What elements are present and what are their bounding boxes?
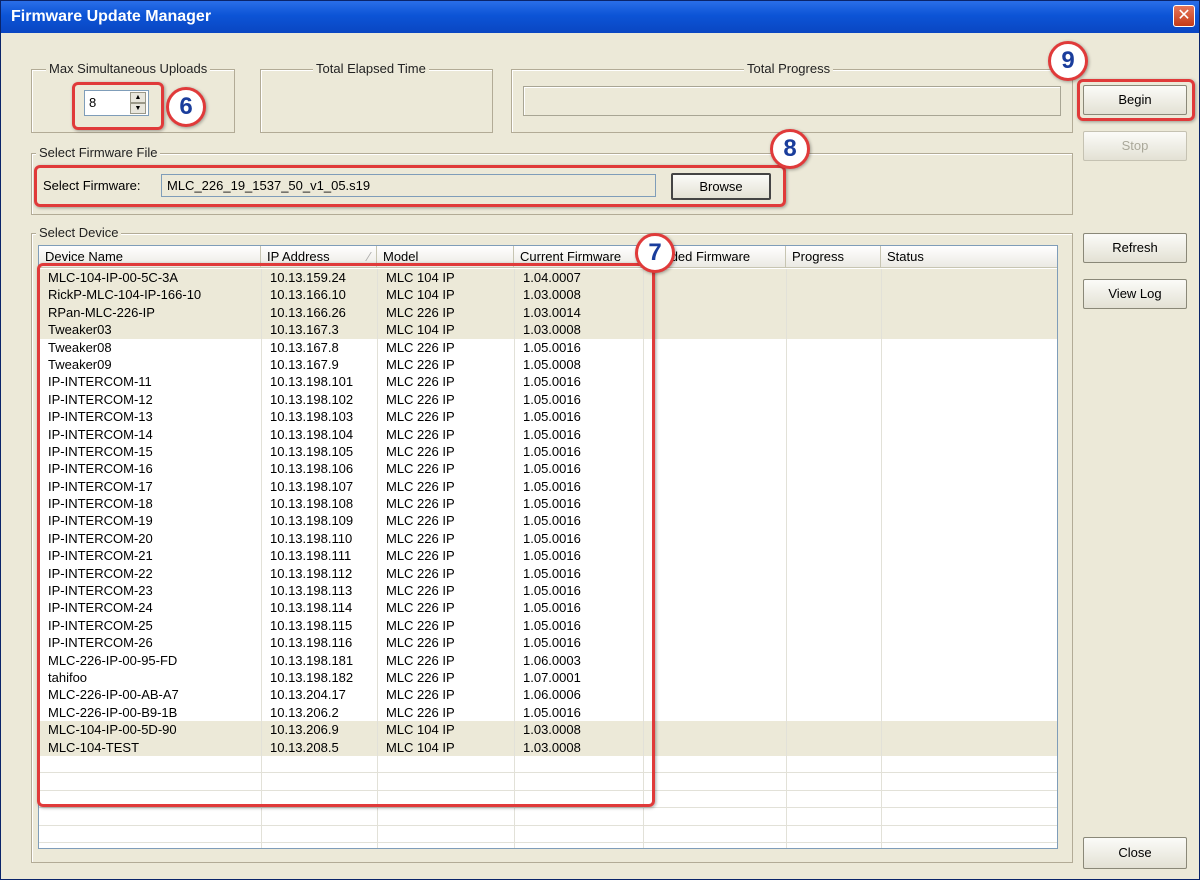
- col-divider: [881, 269, 882, 848]
- col-status[interactable]: Status: [881, 246, 1057, 268]
- col-divider: [786, 269, 787, 848]
- total-progress-bar: [523, 86, 1061, 116]
- callout-highlight-device-list: [37, 263, 655, 807]
- firmware-file-legend: Select Firmware File: [36, 145, 161, 160]
- callout-highlight-stepper: [72, 82, 164, 130]
- callout-badge: 7: [635, 233, 675, 273]
- callout-badge: 8: [770, 129, 810, 169]
- close-window-icon[interactable]: ✕: [1173, 5, 1195, 27]
- elapsed-time-legend: Total Elapsed Time: [313, 61, 429, 76]
- elapsed-time-group: Total Elapsed Time: [260, 61, 493, 133]
- col-ip-address-label: IP Address: [267, 249, 330, 264]
- refresh-button[interactable]: Refresh: [1083, 233, 1187, 263]
- table-row: [39, 808, 1057, 826]
- table-row: [39, 843, 1057, 848]
- view-log-button[interactable]: View Log: [1083, 279, 1187, 309]
- window-title: Firmware Update Manager: [11, 8, 212, 25]
- title-bar: Firmware Update Manager ✕: [1, 1, 1199, 33]
- max-uploads-legend: Max Simultaneous Uploads: [46, 61, 211, 76]
- callout-badge: 9: [1048, 41, 1088, 81]
- total-progress-legend: Total Progress: [744, 61, 834, 76]
- select-device-legend: Select Device: [36, 225, 122, 240]
- stop-button[interactable]: Stop: [1083, 131, 1187, 161]
- table-row: [39, 826, 1057, 843]
- firmware-update-manager-window: Firmware Update Manager ✕ Max Simultaneo…: [0, 0, 1200, 880]
- col-progress[interactable]: Progress: [786, 246, 881, 268]
- close-button[interactable]: Close: [1083, 837, 1187, 869]
- callout-highlight-firmware: [34, 165, 786, 207]
- callout-highlight-begin: [1077, 79, 1195, 121]
- callout-badge: 6: [166, 87, 206, 127]
